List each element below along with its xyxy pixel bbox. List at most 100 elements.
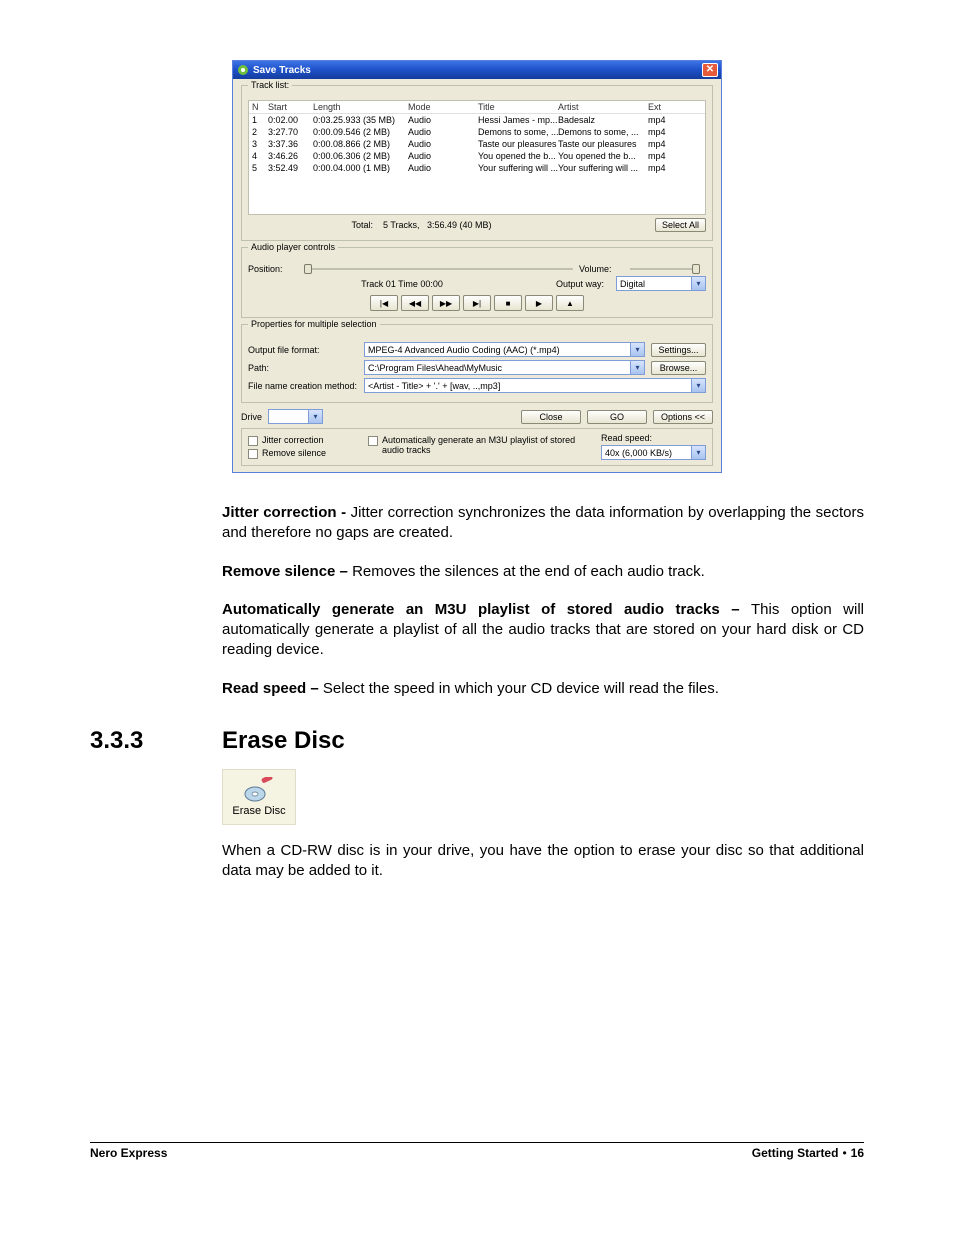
path-dropdown[interactable]: C:\Program Files\Ahead\MyMusic ▾ <box>364 360 645 375</box>
col-mode[interactable]: Mode <box>408 102 478 112</box>
section-title: Erase Disc <box>222 727 345 755</box>
table-row[interactable]: 43:46.260:00.06.306 (2 MB)AudioYou opene… <box>249 150 705 162</box>
cell-start: 3:27.70 <box>268 127 313 137</box>
browse-button[interactable]: Browse... <box>651 361 706 375</box>
table-row[interactable]: 23:27.700:00.09.546 (2 MB)AudioDemons to… <box>249 126 705 138</box>
remove-silence-checkbox[interactable]: Remove silence <box>248 448 358 459</box>
cell-length: 0:00.06.306 (2 MB) <box>313 151 408 161</box>
para-erase: When a CD-RW disc is in your drive, you … <box>222 841 864 882</box>
eject-button[interactable]: ▲ <box>556 295 584 311</box>
section-number: 3.3.3 <box>90 727 222 755</box>
audio-controls-legend: Audio player controls <box>248 242 338 252</box>
read-speed-dropdown[interactable]: 40x (6,000 KB/s) ▾ <box>601 445 706 460</box>
read-speed-value: 40x (6,000 KB/s) <box>605 448 691 458</box>
stop-button[interactable]: ■ <box>494 295 522 311</box>
cell-title: Demons to some, ... <box>478 127 558 137</box>
position-label: Position: <box>248 264 298 274</box>
text-read: Select the speed in which your CD device… <box>323 680 719 697</box>
table-row[interactable]: 53:52.490:00.04.000 (1 MB)AudioYour suff… <box>249 162 705 174</box>
output-format-value: MPEG-4 Advanced Audio Coding (AAC) (*.mp… <box>368 345 630 355</box>
para-m3u: Automatically generate an M3U playlist o… <box>222 600 864 661</box>
read-speed-label: Read speed: <box>601 433 706 443</box>
jitter-correction-checkbox[interactable]: Jitter correction <box>248 435 358 446</box>
cell-start: 3:52.49 <box>268 163 313 173</box>
cell-mode: Audio <box>408 127 478 137</box>
cell-mode: Audio <box>408 151 478 161</box>
cell-ext: mp4 <box>648 163 683 173</box>
go-button[interactable]: GO <box>587 410 647 424</box>
tracklist-header: N Start Length Mode Title Artist Ext <box>249 101 705 114</box>
table-row[interactable]: 10:02.000:03.25.933 (35 MB)AudioHessi Ja… <box>249 114 705 126</box>
page-footer: Nero Express Getting Started•16 <box>90 1142 864 1160</box>
cell-n: 3 <box>252 139 268 149</box>
select-all-button[interactable]: Select All <box>655 218 706 232</box>
output-format-label: Output file format: <box>248 345 358 355</box>
col-artist[interactable]: Artist <box>558 102 648 112</box>
chevron-down-icon: ▾ <box>691 277 705 290</box>
rewind-button[interactable]: ◀◀ <box>401 295 429 311</box>
volume-slider[interactable] <box>630 268 700 270</box>
drive-label: Drive <box>241 412 262 422</box>
chevron-down-icon: ▾ <box>691 379 705 392</box>
bold-m3u: Automatically generate an M3U playlist o… <box>222 601 751 618</box>
play-button[interactable]: ▶ <box>525 295 553 311</box>
app-icon <box>237 64 249 76</box>
section-heading: 3.3.3 Erase Disc <box>90 727 864 755</box>
chevron-down-icon: ▾ <box>308 410 322 423</box>
tracklist-table[interactable]: N Start Length Mode Title Artist Ext 10:… <box>248 100 706 215</box>
col-length[interactable]: Length <box>313 102 408 112</box>
titlebar[interactable]: Save Tracks ✕ <box>233 61 721 79</box>
cell-artist: Badesalz <box>558 115 648 125</box>
cell-mode: Audio <box>408 163 478 173</box>
path-value: C:\Program Files\Ahead\MyMusic <box>368 363 630 373</box>
position-slider[interactable] <box>304 268 573 270</box>
cell-mode: Audio <box>408 115 478 125</box>
chevron-down-icon: ▾ <box>630 361 644 374</box>
cell-n: 2 <box>252 127 268 137</box>
output-way-label: Output way: <box>556 279 616 289</box>
cell-artist: Demons to some, ... <box>558 127 648 137</box>
window-close-button[interactable]: ✕ <box>702 63 718 77</box>
cell-artist: Your suffering will ... <box>558 163 648 173</box>
tracklist-fieldset: Track list: N Start Length Mode Title Ar… <box>241 85 713 241</box>
col-ext[interactable]: Ext <box>648 102 683 112</box>
table-row[interactable]: 33:37.360:00.08.866 (2 MB)AudioTaste our… <box>249 138 705 150</box>
para-remove-silence: Remove silence – Removes the silences at… <box>222 562 864 582</box>
chevron-down-icon: ▾ <box>630 343 644 356</box>
cell-length: 0:03.25.933 (35 MB) <box>313 115 408 125</box>
bold-read: Read speed – <box>222 680 323 697</box>
cell-title: Taste our pleasures <box>478 139 558 149</box>
erase-disc-icon-box: Erase Disc <box>222 769 296 825</box>
col-title[interactable]: Title <box>478 102 558 112</box>
cell-start: 3:46.26 <box>268 151 313 161</box>
fast-forward-button[interactable]: ▶▶ <box>432 295 460 311</box>
settings-button[interactable]: Settings... <box>651 343 706 357</box>
skip-fwd-button[interactable]: ▶| <box>463 295 491 311</box>
cell-ext: mp4 <box>648 139 683 149</box>
erase-disc-icon <box>244 777 274 803</box>
cell-artist: You opened the b... <box>558 151 648 161</box>
output-format-dropdown[interactable]: MPEG-4 Advanced Audio Coding (AAC) (*.mp… <box>364 342 645 357</box>
close-button[interactable]: Close <box>521 410 581 424</box>
document-body: Jitter correction - Jitter correction sy… <box>222 503 864 699</box>
volume-label: Volume: <box>579 264 624 274</box>
col-n[interactable]: N <box>252 102 268 112</box>
track-time-display: Track 01 Time 00:00 <box>248 279 556 289</box>
footer-left: Nero Express <box>90 1146 167 1160</box>
col-start[interactable]: Start <box>268 102 313 112</box>
cell-start: 3:37.36 <box>268 139 313 149</box>
total-label: Total: <box>248 220 383 230</box>
cell-ext: mp4 <box>648 115 683 125</box>
cell-length: 0:00.09.546 (2 MB) <box>313 127 408 137</box>
filename-method-dropdown[interactable]: <Artist - Title> + '.' + [wav, ..,mp3] ▾ <box>364 378 706 393</box>
cell-ext: mp4 <box>648 127 683 137</box>
drive-dropdown[interactable]: ▾ <box>268 409 323 424</box>
cell-mode: Audio <box>408 139 478 149</box>
cell-artist: Taste our pleasures <box>558 139 648 149</box>
bold-jitter: Jitter correction - <box>222 504 351 521</box>
path-label: Path: <box>248 363 358 373</box>
auto-m3u-checkbox[interactable]: Automatically generate an M3U playlist o… <box>368 435 591 455</box>
skip-back-button[interactable]: |◀ <box>370 295 398 311</box>
output-way-dropdown[interactable]: Digital ▾ <box>616 276 706 291</box>
options-button[interactable]: Options << <box>653 410 713 424</box>
